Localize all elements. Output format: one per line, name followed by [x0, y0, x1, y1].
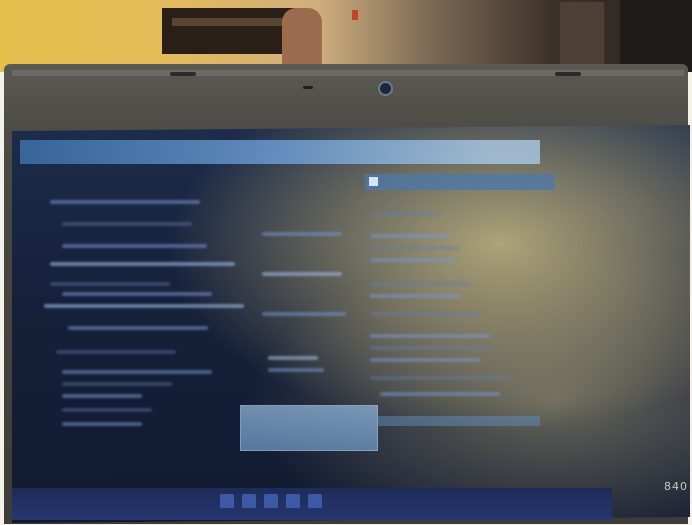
lid-latch-right — [555, 72, 581, 76]
blurred-text-line — [370, 294, 460, 298]
shelf — [162, 8, 302, 54]
doorway — [560, 2, 604, 68]
dialog-button-bar — [378, 416, 540, 426]
taskbar-icon[interactable] — [308, 494, 322, 508]
blurred-text-line — [62, 394, 142, 398]
blurred-text-line — [62, 382, 172, 386]
laptop-screen — [12, 125, 690, 523]
blurred-text-line — [370, 334, 490, 338]
blurred-text-line — [62, 292, 212, 296]
bezel-highlight — [12, 70, 684, 76]
blurred-text-line — [44, 304, 244, 308]
microphone-icon — [303, 86, 313, 89]
person-silhouette — [282, 8, 322, 66]
taskbar-icon[interactable] — [242, 494, 256, 508]
blurred-text-line — [262, 272, 342, 276]
blurred-text-line — [370, 212, 440, 216]
blurred-text-line — [370, 346, 495, 350]
dark-corner — [620, 0, 692, 72]
blurred-text-line — [268, 356, 318, 360]
taskbar-icon[interactable] — [286, 494, 300, 508]
blurred-text-line — [62, 370, 212, 374]
blurred-text-line — [380, 392, 500, 396]
laptop-photo: 840 — [0, 0, 692, 525]
blurred-text-line — [370, 312, 480, 316]
blurred-text-line — [68, 326, 208, 330]
blurred-text-line — [62, 408, 152, 412]
model-label: 840 — [664, 480, 688, 493]
taskbar-icon[interactable] — [220, 494, 234, 508]
blurred-text-line — [370, 282, 470, 286]
webcam-icon — [378, 81, 393, 96]
blurred-text-line — [370, 258, 456, 262]
blurred-text-line — [370, 376, 510, 380]
window-icon — [369, 177, 378, 186]
dialog-title-bar — [365, 174, 555, 190]
blurred-text-line — [50, 200, 200, 204]
red-object — [352, 10, 358, 20]
blurred-text-line — [262, 232, 342, 236]
blurred-text-line — [268, 368, 324, 372]
blurred-text-line — [370, 234, 450, 238]
blurred-text-line — [370, 246, 460, 250]
screen-title-bar — [20, 140, 540, 164]
blurred-text-line — [56, 350, 176, 354]
lid-latch-left — [170, 72, 196, 76]
blurred-text-line — [62, 244, 207, 248]
blurred-text-line — [62, 422, 142, 426]
blurred-text-line — [62, 222, 192, 226]
dialog-button[interactable] — [240, 405, 378, 451]
blurred-text-line — [50, 282, 170, 286]
blurred-text-line — [50, 262, 235, 266]
blurred-text-line — [262, 312, 346, 316]
taskbar-icon[interactable] — [264, 494, 278, 508]
blurred-text-line — [370, 358, 480, 362]
